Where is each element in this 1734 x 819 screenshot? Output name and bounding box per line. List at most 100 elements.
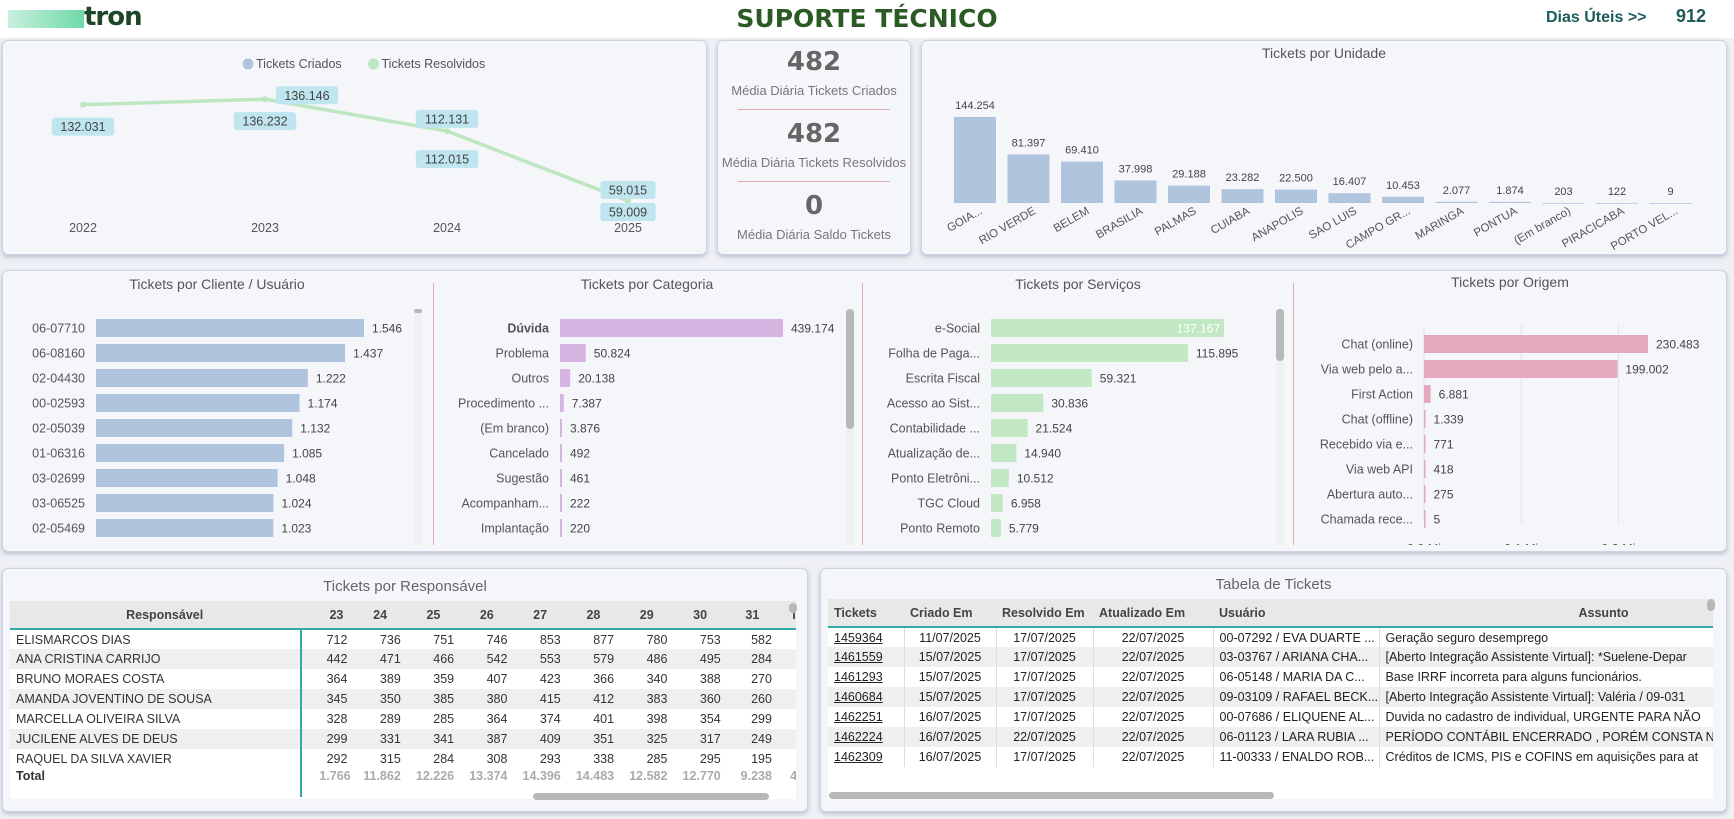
table-row[interactable]: MARCELLA OLIVEIRA SILVA 328 289 285 364 374 40… [10, 709, 796, 729]
table-row[interactable]: 1461559 15/07/2025 17/07/2025 22/07/2025 03-… [828, 647, 1713, 667]
column-header-2[interactable]: Resolvido Em [996, 599, 1093, 627]
cliente-category-label: 06-08160 [32, 347, 85, 361]
kpi-balance: 0 Média Diária Saldo Tickets [718, 191, 910, 242]
ticket-id-link[interactable]: 1462251 [828, 707, 905, 727]
ticket-id-link[interactable]: 1461293 [828, 667, 905, 687]
resolved-date: 22/07/2025 [996, 727, 1094, 747]
cliente-bar [96, 469, 278, 487]
column-header-responsavel[interactable]: Responsável [10, 601, 320, 629]
categoria-bar [560, 369, 571, 387]
created-date: 15/07/2025 [904, 687, 997, 707]
yearly-chart-panel: Tickets Criados Tickets Resolvidos 132.031… [2, 40, 707, 255]
responsavel-title: Tickets por Responsável [323, 578, 487, 595]
column-header-1[interactable]: Criado Em [904, 599, 996, 627]
count-cell: 299 [326, 732, 348, 746]
table-row[interactable]: AMANDA JOVENTINO DE SOUSA 345 350 385 380 415… [10, 689, 796, 709]
column-header-day[interactable]: 30 [673, 601, 727, 629]
column-header-day[interactable]: 27 [513, 601, 567, 629]
count-cell: 388 [699, 672, 721, 686]
column-header-day[interactable]: 28 [566, 601, 621, 629]
ticket-id-link[interactable]: 1459364 [828, 627, 905, 647]
x-tick-label: 2022 [69, 221, 97, 235]
column-header-day[interactable]: 31 [726, 601, 778, 629]
table-row[interactable]: 1459364 11/07/2025 17/07/2025 22/07/2025 00-… [828, 627, 1713, 647]
count-cell: 542 [486, 652, 508, 666]
count-cell: 415 [539, 692, 561, 706]
origem-category-label: Via web pelo a... [1321, 363, 1413, 377]
count-cell: 195 [751, 752, 772, 766]
unidade-bar [1489, 201, 1531, 203]
resp-hscroll[interactable] [533, 793, 769, 800]
count-cell: 407 [486, 672, 508, 686]
kpi-resolved-value: 482 [786, 119, 842, 149]
created-date: 16/07/2025 [904, 747, 997, 767]
tickets-vscroll[interactable] [1707, 599, 1715, 611]
column-header-0[interactable]: Tickets [828, 599, 904, 627]
categoria-scrollbar[interactable] [846, 309, 854, 545]
table-row[interactable]: ANA CRISTINA CARRIJO 442 471 466 542 553 579 48… [10, 649, 796, 669]
kpi-created: 482 Média Diária Tickets Criados [718, 47, 910, 98]
origem-bar [1424, 385, 1431, 403]
servicos-data-label: 59.321 [1100, 372, 1137, 386]
table-row[interactable]: BRUNO MORAES COSTA 364 389 359 407 423 366 340 3… [10, 669, 796, 689]
unidade-data-label: 1.874 [1496, 185, 1524, 197]
cliente-scrollbar[interactable] [414, 309, 422, 545]
subject-cell: Geração seguro desemprego [1385, 630, 1549, 645]
kpi-divider [738, 181, 890, 182]
count-cell: 1 [778, 649, 796, 669]
table-row[interactable]: 1462309 16/07/2025 17/07/2025 22/07/2025 11-… [828, 747, 1713, 767]
ticket-id-link[interactable]: 1461559 [828, 647, 905, 667]
x-tick-label: 2025 [614, 221, 642, 235]
column-header-5[interactable]: Assunto [1379, 599, 1713, 627]
unidade-x-tick: RIO VERDE [977, 205, 1038, 247]
count-cell: 389 [379, 672, 401, 686]
resolved-point [80, 101, 86, 108]
count-cell: 387 [486, 732, 508, 746]
servicos-scrollbar[interactable] [1276, 309, 1284, 545]
responsavel-table: Responsável232425262728293031T ELISMARCO… [10, 601, 796, 783]
table-row[interactable]: JUCILENE ALVES DE DEUS 299 331 341 387 409 351… [10, 729, 796, 749]
responsavel-name: RAQUEL DA SILVA XAVIER [16, 752, 172, 766]
table-row[interactable]: 1460684 15/07/2025 17/07/2025 22/07/2025 09-… [828, 687, 1713, 707]
responsavel-name: BRUNO MORAES COSTA [16, 672, 165, 686]
unidade-bar [1007, 154, 1050, 203]
total-cell: 12.226 [415, 769, 455, 783]
ticket-id-link[interactable]: 1462224 [828, 727, 905, 747]
categoria-category-label: Dúvida [507, 322, 550, 336]
kpi-created-label: Média Diária Tickets Criados [731, 83, 897, 98]
servicos-category-label: Acesso ao Sist... [887, 397, 980, 411]
servicos-title: Tickets por Serviços [1015, 276, 1141, 292]
count-cell: 317 [699, 732, 721, 746]
responsavel-name: ANA CRISTINA CARRIJO [16, 652, 161, 666]
unidade-data-label: 203 [1554, 186, 1572, 198]
categoria-bar [560, 519, 562, 537]
ticket-id-link[interactable]: 1460684 [828, 687, 905, 707]
total-cell: 11.862 [363, 769, 401, 783]
cliente-data-label: 1.048 [286, 472, 316, 486]
cliente-category-label: 00-02593 [32, 397, 85, 411]
column-header-day[interactable]: 26 [460, 601, 514, 629]
column-header-day[interactable]: 25 [406, 601, 461, 629]
column-header-3[interactable]: Atualizado Em [1093, 599, 1213, 627]
legend-label: Tickets Criados [256, 57, 342, 71]
total-cell: 13.374 [469, 769, 508, 783]
workdays-label: Dias Úteis >> [1546, 9, 1647, 26]
categoria-category-label: Procedimento ... [458, 397, 549, 411]
column-header-day[interactable]: 23 [319, 601, 354, 629]
servicos-category-label: TGC Cloud [917, 497, 980, 511]
column-header-day[interactable]: 24 [353, 601, 407, 629]
servicos-category-label: Contabilidade ... [890, 422, 980, 436]
column-header-4[interactable]: Usuário [1213, 599, 1379, 627]
tickets-hscroll[interactable] [829, 792, 1274, 799]
cliente-title: Tickets por Cliente / Usuário [129, 276, 305, 292]
table-row[interactable]: RAQUEL DA SILVA XAVIER 292 315 284 308 293 338… [10, 749, 796, 769]
table-row[interactable]: 1462251 16/07/2025 17/07/2025 22/07/2025 00-… [828, 707, 1713, 727]
table-row[interactable]: 1462224 16/07/2025 22/07/2025 22/07/2025 06-… [828, 727, 1713, 747]
column-header-day[interactable]: 29 [620, 601, 674, 629]
table-row[interactable]: 1461293 15/07/2025 17/07/2025 22/07/2025 06-… [828, 667, 1713, 687]
cliente-bar [96, 419, 293, 437]
ticket-id-link[interactable]: 1462309 [828, 747, 905, 767]
resp-vscroll[interactable] [789, 603, 797, 613]
table-row[interactable]: ELISMARCOS DIAS 712 736 751 746 853 877 780 753 5… [10, 629, 796, 649]
responsavel-panel: Tickets por Responsável Responsável 23 24 2… [2, 568, 808, 812]
